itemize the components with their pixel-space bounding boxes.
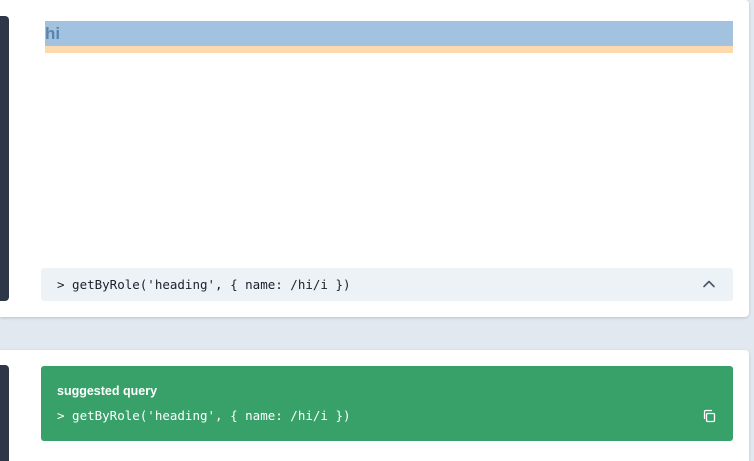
left-panel-edge [0, 365, 9, 461]
suggested-query-text: > getByRole('heading', { name: /hi/i }) [57, 408, 351, 423]
suggested-query-title: suggested query [57, 384, 158, 398]
suggested-query-box: suggested query > getByRole('heading', {… [41, 366, 733, 441]
query-bar[interactable]: > getByRole('heading', { name: /hi/i }) [41, 268, 733, 301]
suggestion-card: suggested query > getByRole('heading', {… [0, 350, 749, 461]
left-panel-edge [0, 16, 9, 301]
copy-icon[interactable] [701, 408, 717, 424]
chevron-up-icon[interactable] [701, 276, 717, 292]
query-text: > getByRole('heading', { name: /hi/i }) [57, 277, 351, 292]
preview-card: hi > getByRole('heading', { name: /hi/i … [0, 0, 749, 317]
margin-highlight [45, 46, 733, 53]
element-highlight [45, 21, 733, 46]
preview-heading[interactable]: hi [45, 23, 60, 45]
preview-area: hi [45, 21, 733, 53]
